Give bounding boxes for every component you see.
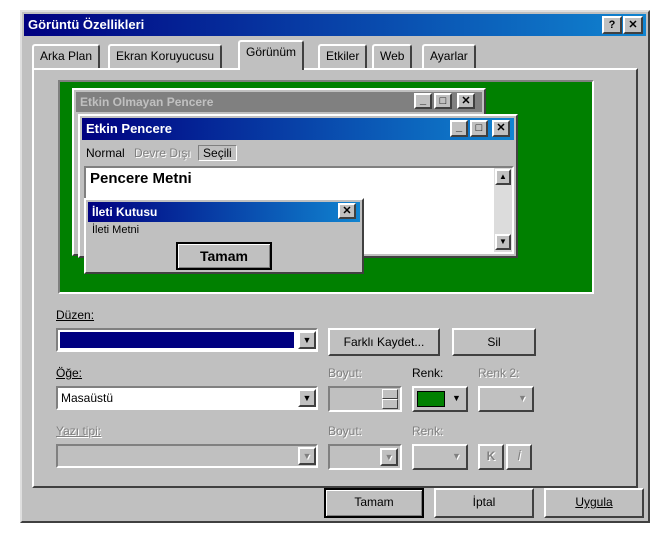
bold-button: K xyxy=(478,444,504,470)
tab-background[interactable]: Arka Plan xyxy=(32,44,101,68)
tab-web[interactable]: Web xyxy=(372,44,413,68)
minimize-icon: _ xyxy=(450,120,468,137)
chevron-down-icon[interactable]: ▼ xyxy=(298,389,316,407)
maximize-icon: □ xyxy=(470,120,488,137)
font-color-label: Renk: xyxy=(412,424,444,438)
item-label: Öğe: xyxy=(56,366,83,380)
active-window-titlebar: Etkin Pencere _ □ ✕ xyxy=(82,118,514,140)
spin-up-icon[interactable] xyxy=(382,389,398,399)
help-button[interactable]: ? xyxy=(602,16,622,34)
message-box-preview: İleti Kutusu ✕ İleti Metni Tamam xyxy=(84,198,364,274)
close-icon: ✕ xyxy=(492,120,510,137)
maximize-icon: □ xyxy=(434,93,452,109)
tab-effects[interactable]: Etkiler xyxy=(318,44,368,68)
font-color-picker: ▼ xyxy=(412,444,468,470)
italic-button: İ xyxy=(506,444,532,470)
item-color-label: Renk: xyxy=(412,366,444,380)
title-bar: Görüntü Özellikleri ? ✕ xyxy=(24,14,646,36)
close-icon: ✕ xyxy=(338,203,356,219)
item-size-spinner[interactable] xyxy=(328,386,402,412)
message-box-title: İleti Kutusu xyxy=(92,205,158,219)
scroll-up-icon: ▲ xyxy=(495,169,511,185)
chevron-down-icon: ▼ xyxy=(518,393,527,403)
scheme-label: Düzen: xyxy=(56,308,95,322)
spin-down-icon[interactable] xyxy=(382,399,398,409)
menu-disabled: Devre Dışı xyxy=(134,146,191,160)
font-size-dropdown: ▼ xyxy=(328,444,402,470)
item-dropdown[interactable]: Masaüstü ▼ xyxy=(56,386,318,410)
minimize-icon: _ xyxy=(414,93,432,109)
menu-normal: Normal xyxy=(86,146,125,160)
inactive-window-titlebar: Etkin Olmayan Pencere _ □ ✕ xyxy=(76,92,482,112)
tab-appearance[interactable]: Görünüm xyxy=(238,40,305,70)
appearance-preview: Etkin Olmayan Pencere _ □ ✕ Etkin Pencer… xyxy=(58,80,594,294)
menu-selected: Seçili xyxy=(198,145,237,161)
cancel-button[interactable]: İptal xyxy=(434,488,534,518)
scheme-selected-value xyxy=(60,332,294,348)
font-dropdown: ▼ xyxy=(56,444,318,468)
scroll-down-icon: ▼ xyxy=(495,234,511,250)
window-text: Pencere Metni xyxy=(90,170,192,187)
item-color2-label: Renk 2: xyxy=(478,366,520,380)
display-properties-dialog: Görüntü Özellikleri ? ✕ Arka Plan Ekran … xyxy=(20,10,650,523)
item-selected-value: Masaüstü xyxy=(61,391,114,405)
chevron-down-icon: ▼ xyxy=(452,451,461,461)
item-color-swatch xyxy=(417,391,445,407)
tab-screensaver[interactable]: Ekran Koruyucusu xyxy=(108,44,223,68)
window-title: Görüntü Özellikleri xyxy=(28,17,145,32)
chevron-down-icon: ▼ xyxy=(452,393,461,403)
tab-settings[interactable]: Ayarlar xyxy=(422,44,476,68)
item-size-label: Boyut: xyxy=(328,366,363,380)
message-box-text: İleti Metni xyxy=(92,224,140,236)
message-box-titlebar: İleti Kutusu ✕ xyxy=(88,202,360,222)
close-icon: ✕ xyxy=(457,93,475,109)
apply-button[interactable]: Uygula xyxy=(544,488,644,518)
ok-button[interactable]: Tamam xyxy=(324,488,424,518)
chevron-down-icon: ▼ xyxy=(298,447,316,465)
item-color-picker[interactable]: ▼ xyxy=(412,386,468,412)
close-button[interactable]: ✕ xyxy=(623,16,643,34)
chevron-down-icon: ▼ xyxy=(380,448,398,466)
preview-menu-bar: Normal Devre Dışı Seçili xyxy=(86,144,237,162)
chevron-down-icon[interactable]: ▼ xyxy=(298,331,316,349)
appearance-panel: Etkin Olmayan Pencere _ □ ✕ Etkin Pencer… xyxy=(32,68,638,488)
active-window-title: Etkin Pencere xyxy=(86,121,172,136)
inactive-window-title: Etkin Olmayan Pencere xyxy=(80,95,214,109)
font-size-label: Boyut: xyxy=(328,424,363,438)
item-color2-picker: ▼ xyxy=(478,386,534,412)
preview-scrollbar: ▲ ▼ xyxy=(494,168,512,252)
save-as-button[interactable]: Farklı Kaydet... xyxy=(328,328,440,356)
font-label: Yazı tipi: xyxy=(56,424,102,438)
message-box-ok-button: Tamam xyxy=(176,242,272,270)
delete-button[interactable]: Sil xyxy=(452,328,536,356)
scheme-dropdown[interactable]: ▼ xyxy=(56,328,318,352)
